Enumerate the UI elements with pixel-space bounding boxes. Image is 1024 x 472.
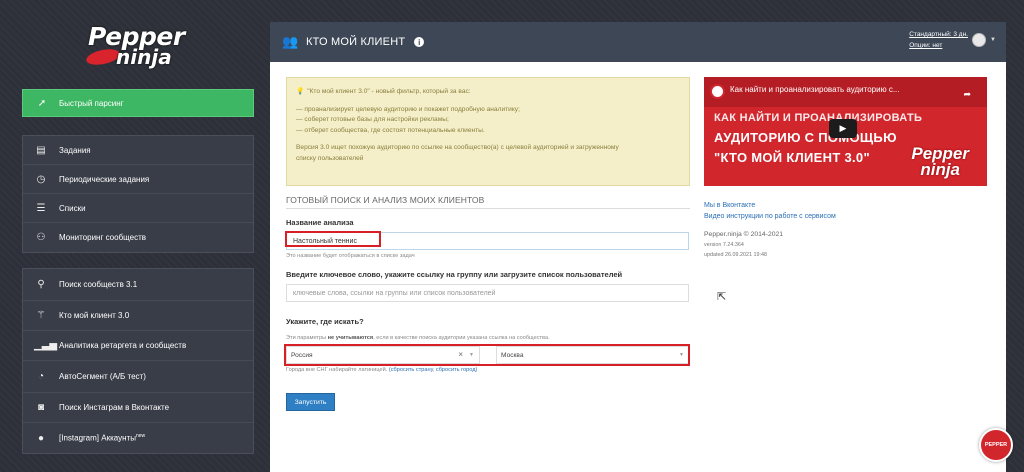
sidebar-item-label: Кто мой клиент 3.0 — [59, 311, 130, 320]
notice-item: — соберет готовые базы для настройки рек… — [296, 116, 449, 124]
pie-chart-icon: ◔ — [37, 371, 45, 382]
version: version 7.24.364 — [704, 242, 744, 248]
location-selects: Россия × ▼ Москва ▼ — [284, 344, 690, 366]
binoculars-icon: ⚇ — [36, 232, 46, 243]
channel-logo[interactable] — [710, 84, 725, 99]
video-brand-logo: Pepper ninja — [911, 144, 969, 179]
main-panel: 👥 КТО МОЙ КЛИЕНТ i Стандартный: 3 дн. Оп… — [270, 22, 1006, 472]
magic-wand-icon: ⚚ — [36, 310, 46, 321]
sidebar-item-instagram-search[interactable]: ◙ Поиск Инстаграм в Вконтакте — [23, 393, 253, 423]
sidebar-item-retarget-analytics[interactable]: ▁▃▅ Аналитика ретаргета и сообществ — [23, 331, 253, 361]
main-header: 👥 КТО МОЙ КЛИЕНТ i Стандартный: 3 дн. Оп… — [270, 22, 1006, 62]
reset-city-link[interactable]: сбросить город) — [436, 367, 477, 373]
run-button[interactable]: Запустить — [286, 393, 335, 411]
sidebar-item-label: Периодические задания — [59, 174, 150, 184]
sidebar-item-tasks[interactable]: ▤ Задания — [23, 136, 253, 165]
sidebar-item-label: Поиск сообществ 3.1 — [59, 280, 138, 289]
pepper-ninja-logo[interactable]: Pepper ninja — [84, 18, 194, 70]
search-icon: ⚲ — [37, 279, 45, 290]
play-icon[interactable]: ▶ — [829, 119, 857, 138]
clock-icon: ◷ — [36, 173, 46, 185]
chevron-down-icon[interactable]: ▼ — [990, 37, 996, 43]
quick-parse-button[interactable]: ➚ Быстрый парсинг — [22, 89, 254, 117]
sidebar-group-tools: ⚲ Поиск сообществ 3.1 ⚚ Кто мой клиент 3… — [22, 268, 254, 454]
latin-hint: Города вне СНГ набирайте латиницей. (сбр… — [286, 367, 478, 373]
logo-text-line2: ninja — [116, 45, 172, 69]
app-meta: Pepper.ninja © 2014-2021 version 7.24.36… — [704, 229, 991, 260]
sidebar-item-label: АвтоСегмент (А/Б тест) — [59, 372, 146, 381]
rocket-icon: ➚ — [37, 97, 47, 109]
form-column: 💡 "Кто мой клиент 3.0" - новый фильтр, ко… — [284, 77, 690, 411]
signal-bars-icon: ▁▃▅ — [34, 340, 58, 351]
keyword-placeholder: ключевые слова, ссылки на группы или спи… — [293, 289, 496, 297]
reset-country-link[interactable]: (сбросить страну — [389, 367, 433, 373]
plan-options[interactable]: Опции: нет — [909, 40, 968, 51]
links: Мы в Вконтакте Видео инструкции по работ… — [704, 200, 991, 222]
sidebar-item-label: Мониторинг сообществ — [59, 233, 147, 242]
analysis-name-label: Название анализа — [286, 218, 354, 227]
analysis-name-hint: Это название будет отображаться в списке… — [286, 253, 415, 259]
where-hint: Эти параметры не учитываются, если в кач… — [286, 335, 550, 341]
new-badge: new — [135, 433, 146, 440]
sidebar-item-label: [Instagram] Аккаунтыnew — [59, 433, 146, 443]
vk-link[interactable]: Мы в Вконтакте — [704, 200, 991, 211]
feature-notice: 💡 "Кто мой клиент 3.0" - новый фильтр, ко… — [286, 77, 690, 186]
plan-standard[interactable]: Стандартный: 3 дн. — [909, 29, 968, 40]
list-icon: ☰ — [36, 202, 46, 214]
video-headline-line: АУДИТОРИЮ С ПОМОЩЬЮ — [714, 130, 897, 145]
sidebar-item-monitoring[interactable]: ⚇ Мониторинг сообществ — [23, 223, 253, 252]
sidebar-item-lists[interactable]: ☰ Списки — [23, 194, 253, 223]
highlight-box — [284, 344, 690, 366]
notice-description-cont: списку пользователей — [296, 154, 364, 162]
sidebar-item-label: Поиск Инстаграм в Вконтакте — [59, 403, 170, 412]
section-title: ГОТОВЫЙ ПОИСК И АНАЛИЗ МОИХ КЛИЕНТОВ — [286, 195, 690, 209]
info-icon[interactable]: i — [414, 37, 425, 47]
sidebar-item-autosegment[interactable]: ◔ АвтоСегмент (А/Б тест) — [23, 361, 253, 393]
notice-description: Версия 3.0 ищет похожую аудиторию по ссы… — [296, 144, 619, 152]
sidebar-item-periodic-tasks[interactable]: ◷ Периодические задания — [23, 165, 253, 194]
info-column: Как найти и проанализировать аудиторию с… — [704, 77, 991, 260]
notice-item: — проанализирует целевую аудиторию и пок… — [296, 105, 520, 113]
lightbulb-icon: 💡 — [296, 88, 305, 95]
keyword-input[interactable]: ключевые слова, ссылки на группы или спи… — [286, 284, 689, 302]
avatar[interactable] — [972, 33, 986, 47]
video-embed[interactable]: Как найти и проанализировать аудиторию с… — [704, 77, 987, 186]
share-icon[interactable]: ➦ — [963, 89, 971, 100]
mouse-cursor-icon: ⇱ — [717, 291, 727, 303]
pepper-chat-badge[interactable]: PEPPER — [979, 428, 1013, 462]
notice-item: — отберет сообщества, где состоят потенц… — [296, 126, 485, 134]
user-icon: ● — [37, 432, 45, 444]
sidebar-item-label: Списки — [59, 203, 86, 213]
users-icon: 👥 — [282, 34, 299, 49]
video-title[interactable]: Как найти и проанализировать аудиторию с… — [730, 85, 899, 94]
copyright: Pepper.ninja © 2014-2021 — [704, 231, 784, 238]
analysis-name-input[interactable]: Настольный теннис — [285, 231, 689, 250]
notice-intro: "Кто мой клиент 3.0" - новый фильтр, кот… — [307, 88, 471, 95]
main-body: 💡 "Кто мой клиент 3.0" - новый фильтр, ко… — [270, 62, 1006, 472]
page-title: КТО МОЙ КЛИЕНТ — [306, 36, 406, 48]
where-label: Укажите, где искать? — [286, 317, 364, 326]
tasks-icon: ▤ — [36, 144, 46, 156]
video-headline-line: КАК НАЙТИ И ПРОАНАЛИЗИРОВАТЬ — [714, 112, 923, 124]
instagram-icon: ◙ — [37, 402, 45, 413]
quick-parse-label: Быстрый парсинг — [59, 98, 124, 108]
sidebar-item-label: Аналитика ретаргета и сообществ — [59, 341, 187, 350]
sidebar-item-community-search[interactable]: ⚲ Поиск сообществ 3.1 — [23, 269, 253, 301]
plan-info[interactable]: Стандартный: 3 дн. Опции: нет — [909, 29, 968, 51]
updated: updated 26.09.2021 19:48 — [704, 252, 767, 258]
keyword-label: Введите ключевое слово, укажите ссылку н… — [286, 270, 623, 279]
sidebar-item-who-is-my-client[interactable]: ⚚ Кто мой клиент 3.0 — [23, 301, 253, 331]
sidebar-item-instagram-accounts[interactable]: ● [Instagram] Аккаунтыnew — [23, 423, 253, 453]
video-instructions-link[interactable]: Видео инструкции по работе с сервисом — [704, 211, 991, 222]
video-headline: КАК НАЙТИ И ПРОАНАЛИЗИРОВАТЬ АУДИТОРИЮ С… — [714, 108, 922, 168]
sidebar-item-label: Задания — [59, 145, 91, 155]
sidebar-group-tasks: ▤ Задания ◷ Периодические задания ☰ Спис… — [22, 135, 254, 253]
highlight-box — [285, 231, 381, 247]
video-headline-line: "КТО МОЙ КЛИЕНТ 3.0" — [714, 150, 870, 165]
